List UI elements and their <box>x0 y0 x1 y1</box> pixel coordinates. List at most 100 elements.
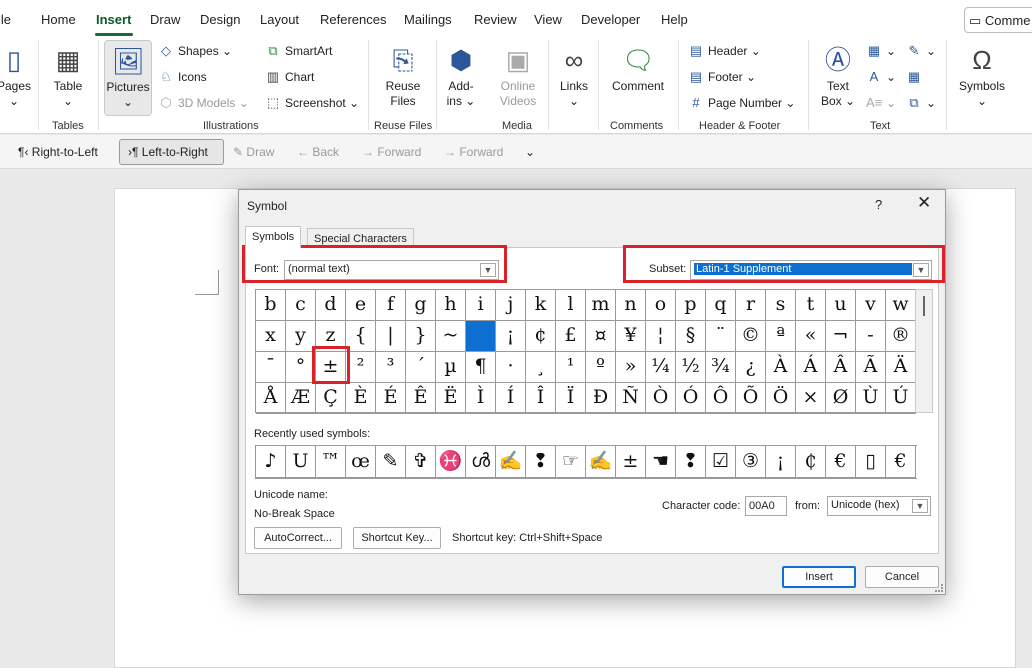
forward-button[interactable]: → Forward <box>362 145 421 159</box>
symbol-cell[interactable]: « <box>796 321 826 352</box>
recent-symbol-cell[interactable]: ☚ <box>646 446 676 478</box>
symbol-cell[interactable]: º <box>586 352 616 383</box>
symbol-cell[interactable]: ¦ <box>646 321 676 352</box>
recent-symbol-cell[interactable]: ☞ <box>556 446 586 478</box>
symbol-cell[interactable]: ¥ <box>616 321 646 352</box>
tab-help[interactable]: Help <box>661 12 688 27</box>
symbol-cell[interactable]: Ã <box>856 352 886 383</box>
autocorrect-button[interactable]: AutoCorrect... <box>254 527 342 549</box>
symbol-cell[interactable]: ´ <box>406 352 436 383</box>
symbol-cell[interactable]: ½ <box>676 352 706 383</box>
recent-symbol-cell[interactable]: ❢ <box>526 446 556 478</box>
symbol-cell[interactable]: p <box>676 290 706 321</box>
symbol-cell[interactable]: f <box>376 290 406 321</box>
symbol-cell[interactable]: h <box>436 290 466 321</box>
tab-symbols[interactable]: Symbols <box>245 226 302 248</box>
symbol-cell[interactable]: o <box>646 290 676 321</box>
comment-button[interactable]: 🗨 Comment <box>606 44 670 94</box>
tab-layout[interactable]: Layout <box>260 12 299 27</box>
symbol-cell[interactable]: Ò <box>646 383 676 414</box>
symbol-cell[interactable]: i <box>466 290 496 321</box>
recent-symbol-cell[interactable]: ❢ <box>676 446 706 478</box>
recent-symbol-cell[interactable]: U <box>286 446 316 478</box>
symbol-cell[interactable]: ¨ <box>706 321 736 352</box>
recent-symbol-cell[interactable]: ♓ <box>436 446 466 478</box>
symbol-cell[interactable]: ³ <box>376 352 406 383</box>
3d-models-button[interactable]: ⬡ 3D Models ⌄ <box>158 94 248 112</box>
character-code-input[interactable]: 00A0 <box>745 496 787 516</box>
tab-insert[interactable]: Insert <box>96 12 131 27</box>
recent-symbol-cell[interactable]: € <box>826 446 856 478</box>
symbol-cell[interactable]: µ <box>436 352 466 383</box>
cancel-button[interactable]: Cancel <box>865 566 939 588</box>
forward-button-2[interactable]: → Forward <box>444 145 503 159</box>
insert-button[interactable]: Insert <box>782 566 856 588</box>
recent-symbol-cell[interactable]: ♪ <box>256 446 286 478</box>
wordart-button[interactable]: A ⌄ <box>866 68 896 86</box>
symbol-cell[interactable]: e <box>346 290 376 321</box>
symbol-cell[interactable]: ~ <box>436 321 466 352</box>
symbol-cell[interactable]: Ø <box>826 383 856 414</box>
symbol-cell[interactable]: § <box>676 321 706 352</box>
symbol-cell[interactable]: ¬ <box>826 321 856 352</box>
tab-review[interactable]: Review <box>474 12 517 27</box>
symbol-cell[interactable]: } <box>406 321 436 352</box>
tab-mailings[interactable]: Mailings <box>404 12 452 27</box>
symbol-cell[interactable]: ª <box>766 321 796 352</box>
symbol-cell[interactable]: r <box>736 290 766 321</box>
symbol-cell[interactable]: · <box>496 352 526 383</box>
symbol-cell[interactable]: × <box>796 383 826 414</box>
right-to-left-button[interactable]: ¶‹ Right-to-Left <box>18 145 98 159</box>
symbol-cell[interactable]: l <box>556 290 586 321</box>
object-button[interactable]: ⧉ ⌄ <box>906 94 936 112</box>
symbol-cell[interactable]: È <box>346 383 376 414</box>
symbol-cell[interactable]: v <box>856 290 886 321</box>
symbol-cell[interactable]: É <box>376 383 406 414</box>
tab-view[interactable]: View <box>534 12 562 27</box>
symbol-cell[interactable]: b <box>256 290 286 321</box>
draw-button[interactable]: ✎ Draw <box>233 145 274 159</box>
recent-symbol-cell[interactable]: ▯ <box>856 446 886 478</box>
reuse-files-button[interactable]: ⎘ Reuse Files <box>382 44 424 109</box>
table-button[interactable]: ▦ Table ⌄ <box>48 44 88 109</box>
add-ins-button[interactable]: ⬢ Add-ins ⌄ <box>444 44 478 109</box>
symbol-cell[interactable]: g <box>406 290 436 321</box>
symbol-cell[interactable]: n <box>616 290 646 321</box>
tab-draw[interactable]: Draw <box>150 12 180 27</box>
symbol-cell[interactable]: Ï <box>556 383 586 414</box>
symbol-cell[interactable]: x <box>256 321 286 352</box>
symbol-cell[interactable]: Î <box>526 383 556 414</box>
recent-symbol-cell[interactable]: ✞ <box>406 446 436 478</box>
close-button[interactable]: ✕ <box>917 194 931 212</box>
recent-symbol-cell[interactable]: ¡ <box>766 446 796 478</box>
symbol-cell[interactable]: Ö <box>766 383 796 414</box>
symbol-cell[interactable]: ® <box>886 321 916 352</box>
recent-symbol-cell[interactable]: ✎ <box>376 446 406 478</box>
symbol-cell[interactable]: ¿ <box>736 352 766 383</box>
recent-symbol-cell[interactable]: € <box>886 446 916 478</box>
symbol-cell[interactable]: £ <box>556 321 586 352</box>
symbols-button[interactable]: Ω Symbols ⌄ <box>956 44 1008 109</box>
symbol-cell[interactable]: { <box>346 321 376 352</box>
signature-line-button[interactable]: ✎ ⌄ <box>906 42 937 60</box>
from-dropdown[interactable]: Unicode (hex) ▼ <box>827 496 931 516</box>
symbol-cell[interactable]: ¼ <box>646 352 676 383</box>
comments-button[interactable]: ▭ Comme <box>964 7 1032 33</box>
recent-symbol-cell[interactable]: ₵ <box>796 446 826 478</box>
icons-button[interactable]: ♘ Icons <box>158 68 207 86</box>
symbol-cell[interactable]: u <box>826 290 856 321</box>
symbol-cell[interactable]: ¸ <box>526 352 556 383</box>
recent-symbol-cell[interactable]: œ <box>346 446 376 478</box>
recent-symbol-cell[interactable]: ③ <box>736 446 766 478</box>
symbol-cell[interactable]: k <box>526 290 556 321</box>
symbol-cell[interactable]: Ñ <box>616 383 646 414</box>
chart-button[interactable]: ▥ Chart <box>265 68 315 86</box>
tab-design[interactable]: Design <box>200 12 240 27</box>
symbol-cell[interactable]: » <box>616 352 646 383</box>
symbol-cell[interactable]: ¶ <box>466 352 496 383</box>
help-button[interactable]: ? <box>875 197 882 212</box>
symbol-cell[interactable] <box>466 321 496 352</box>
symbol-cell[interactable]: Ë <box>436 383 466 414</box>
pages-button[interactable]: ▯ Pages ⌄ <box>0 44 32 109</box>
page-number-button[interactable]: # Page Number ⌄ <box>688 94 795 112</box>
